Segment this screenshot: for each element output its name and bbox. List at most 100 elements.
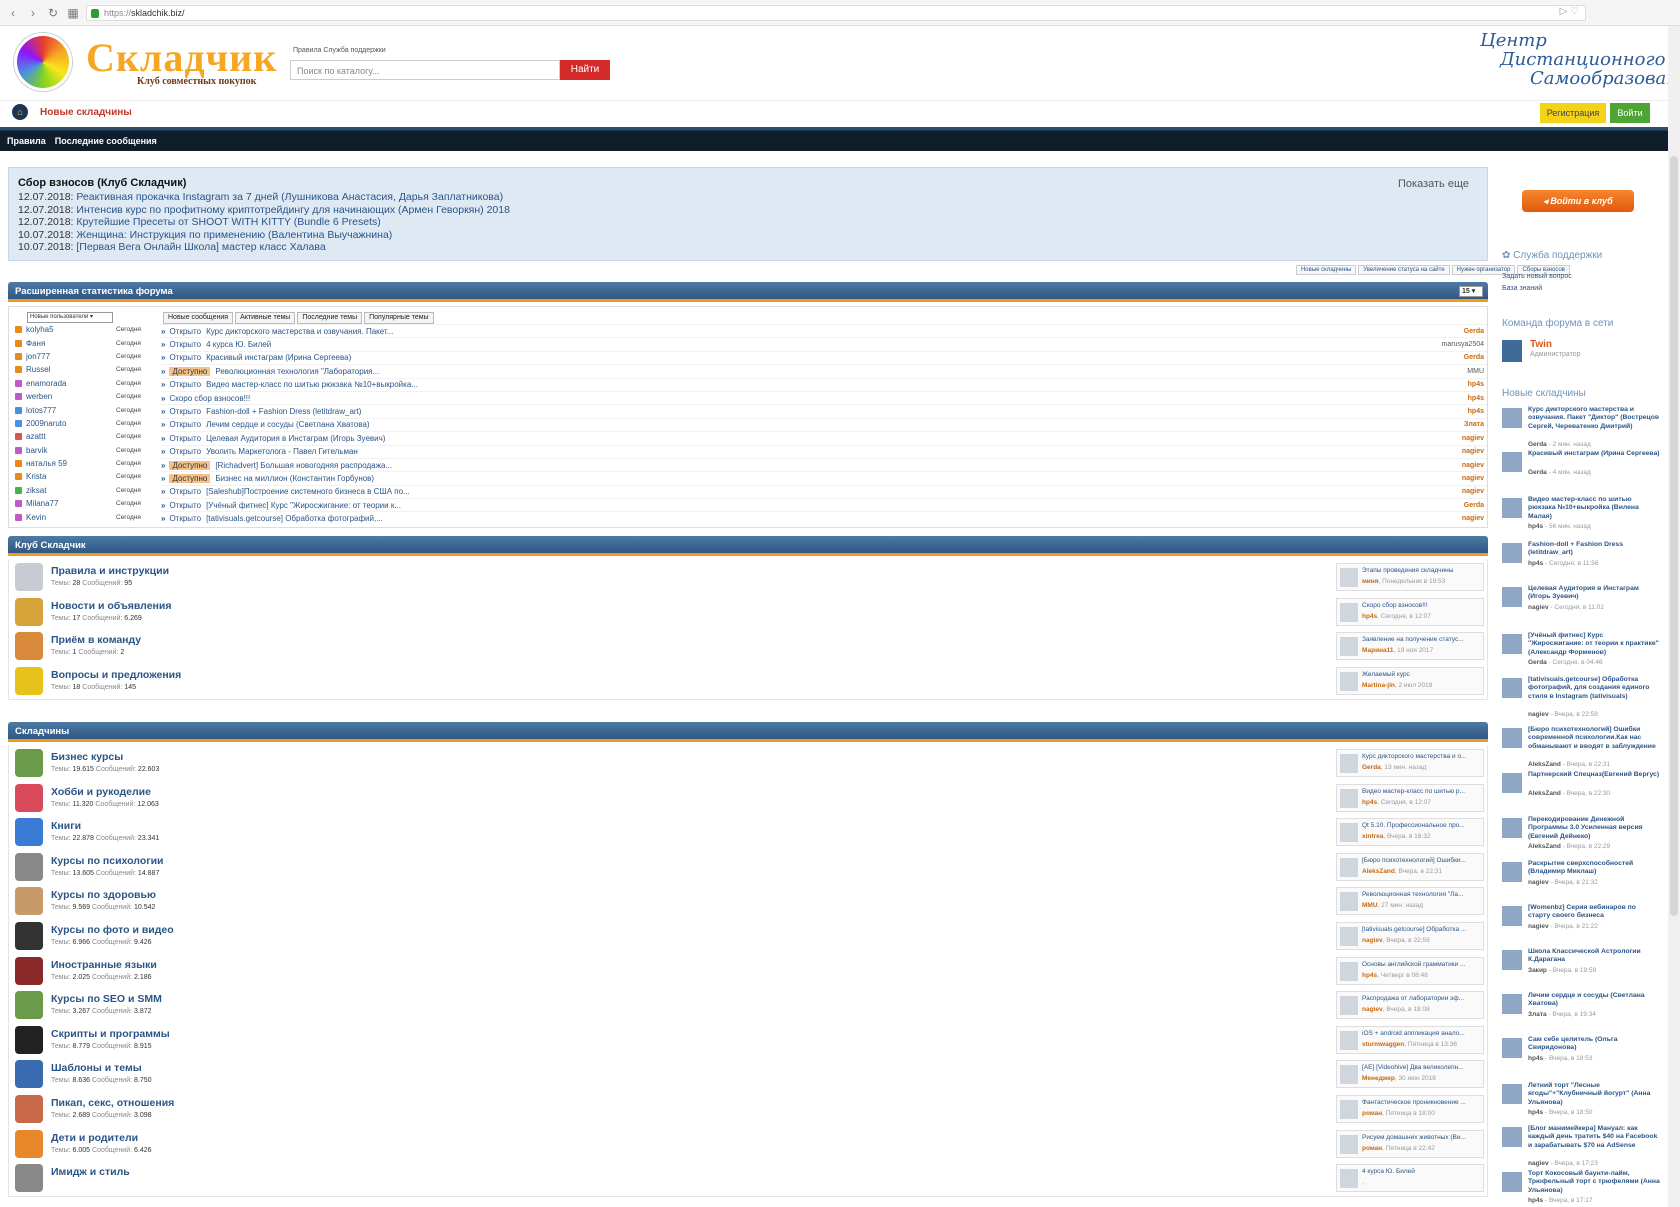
nav-latest-posts[interactable]: Последние сообщения: [55, 136, 157, 146]
skladchiny-title[interactable]: Складчины: [15, 726, 69, 737]
forum-row[interactable]: Бизнес курсы Темы: 19.615 Сообщений: 22.6…: [8, 745, 1488, 782]
last-post[interactable]: [Бюро психотехнологий] Ошибки... AleksZan…: [1336, 852, 1484, 881]
topic-title[interactable]: Курс дикторского мастерства и озвучания.…: [206, 327, 393, 336]
show-more-link[interactable]: Показать еще: [1398, 178, 1469, 190]
enter-club-button[interactable]: ◂ Войти в клуб: [1522, 190, 1634, 212]
sidebar-item-title[interactable]: Целевая Аудитория в Инстаграм (Игорь Зуе…: [1528, 585, 1660, 602]
last-post-title[interactable]: Этапы проведения складчины: [1362, 567, 1482, 574]
sidebar-item-title[interactable]: Раскрытие сверхспособностей (Владимир Ми…: [1528, 860, 1660, 877]
user-name[interactable]: Krista: [26, 472, 116, 481]
sidebar-item-author[interactable]: Gerda: [1528, 469, 1547, 476]
forum-name[interactable]: Скрипты и программы: [51, 1028, 170, 1040]
last-post-author[interactable]: Марина11: [1362, 647, 1394, 654]
home-icon[interactable]: ⌂: [12, 104, 28, 120]
last-post-title[interactable]: Заявление на получение статус...: [1362, 636, 1482, 643]
forum-row[interactable]: Дети и родители Темы: 6.005 Сообщений: 6.…: [8, 1125, 1488, 1163]
topic-author[interactable]: MMU: [1467, 368, 1484, 375]
forum-row[interactable]: Хобби и рукоделие Темы: 11.320 Сообщений:…: [8, 779, 1488, 817]
last-post-author[interactable]: миня: [1362, 578, 1379, 585]
sidebar-item-author[interactable]: hp4s: [1528, 1109, 1543, 1116]
forum-row[interactable]: Скрипты и программы Темы: 8.779 Сообщений…: [8, 1021, 1488, 1059]
user-name[interactable]: Russel: [26, 365, 116, 374]
topic-author[interactable]: marusya2504: [1442, 341, 1484, 348]
topic-author[interactable]: Gerda: [1464, 354, 1484, 361]
last-post[interactable]: Революционная технология "Ла... MMU, 27 м…: [1336, 887, 1484, 916]
login-button[interactable]: Войти: [1610, 103, 1650, 123]
last-post[interactable]: Заявление на получение статус... Марина11…: [1336, 632, 1484, 661]
last-post-author[interactable]: hp4s: [1362, 613, 1377, 620]
topic-author[interactable]: nagiev: [1462, 475, 1484, 482]
last-post[interactable]: Qt 5.10. Профессиональное про... xintrea,…: [1336, 818, 1484, 847]
topic-author[interactable]: Злата: [1464, 421, 1484, 428]
logo-icon[interactable]: [14, 33, 72, 91]
topic-title[interactable]: 4 курса Ю. Билей: [206, 340, 271, 349]
user-name[interactable]: Фаня: [26, 339, 116, 348]
forum-name[interactable]: Приём в команду: [51, 634, 141, 646]
last-post-author[interactable]: Менеджер: [1362, 1075, 1395, 1082]
forum-name[interactable]: Курсы по психологии: [51, 855, 164, 867]
stats-tab[interactable]: Последние темы: [297, 312, 363, 324]
sidebar-item-author[interactable]: nagiev: [1528, 923, 1549, 930]
sidebar-item-title[interactable]: Партнерский Спецназ(Евгений Вергус): [1528, 771, 1660, 779]
sidebar-item-title[interactable]: [Блог манимейкера] Мануал: как каждый де…: [1528, 1125, 1660, 1150]
topic-author[interactable]: Gerda: [1464, 502, 1484, 509]
contribution-link[interactable]: [Первая Вега Онлайн Школа] мастер класс …: [76, 241, 325, 253]
forum-name[interactable]: Имидж и стиль: [51, 1166, 130, 1178]
register-button[interactable]: Регистрация: [1540, 103, 1606, 123]
sidebar-item-title[interactable]: Торт Кокосовый баунти-лайм, Трюфельный т…: [1528, 1170, 1660, 1195]
sidebar-item-title[interactable]: Сам себе целитель (Ольга Свиридонова): [1528, 1036, 1660, 1053]
user-name[interactable]: kolyha5: [26, 325, 116, 334]
forum-name[interactable]: Вопросы и предложения: [51, 669, 181, 681]
sidebar-item-title[interactable]: [Womenbz] Серия вебинаров по старту свое…: [1528, 904, 1660, 921]
forum-name[interactable]: Бизнес курсы: [51, 751, 123, 763]
topic-title[interactable]: Скоро сбор взносов!!!: [169, 394, 250, 403]
last-post-title[interactable]: Основы английской грамматики ...: [1362, 961, 1482, 968]
topic-author[interactable]: nagiev: [1462, 448, 1484, 455]
address-bar[interactable]: https://skladchik.biz/ ▷ ♡: [86, 5, 1586, 21]
user-name[interactable]: 2009naruto: [26, 419, 116, 428]
sidebar-item-author[interactable]: nagiev: [1528, 879, 1549, 886]
last-post-title[interactable]: Рисуем домашних животных (Ви...: [1362, 1134, 1482, 1141]
user-name[interactable]: werben: [26, 392, 116, 401]
user-name[interactable]: azattt: [26, 432, 116, 441]
forum-name[interactable]: Хобби и рукоделие: [51, 786, 151, 798]
last-post-title[interactable]: iOS + android аппликация анало...: [1362, 1030, 1482, 1037]
last-post-author[interactable]: роман: [1362, 1110, 1382, 1117]
topic-author[interactable]: hp4s: [1468, 381, 1484, 388]
user-name[interactable]: lotos777: [26, 406, 116, 415]
sidebar-item-title[interactable]: [tativisuals.getcourse] Обработка фотогр…: [1528, 676, 1660, 701]
sidebar-item-title[interactable]: Красивый инстаграм (Ирина Сергеева): [1528, 450, 1660, 458]
last-post-author[interactable]: Gerda: [1362, 764, 1381, 771]
last-post-title[interactable]: Qt 5.10. Профессиональное про...: [1362, 822, 1482, 829]
user-name[interactable]: ziksat: [26, 486, 116, 495]
forum-row[interactable]: Курсы по здоровью Темы: 9.569 Сообщений: …: [8, 883, 1488, 921]
search-input[interactable]: Поиск по каталогу...: [290, 60, 560, 80]
forum-row[interactable]: Курсы по психологии Темы: 13.605 Сообщени…: [8, 848, 1488, 886]
sidebar-item-author[interactable]: Gerda: [1528, 441, 1547, 448]
sidebar-item-author[interactable]: hp4s: [1528, 560, 1543, 567]
forum-name[interactable]: Курсы по здоровью: [51, 889, 156, 901]
topic-title[interactable]: [Учёный фитнес] Курс "Жиросжигание: от т…: [206, 501, 401, 510]
last-post-author[interactable]: nagiev: [1362, 937, 1383, 944]
sidebar-item-title[interactable]: Курс дикторского мастерства и озвучания.…: [1528, 406, 1660, 431]
last-post[interactable]: Скоро сбор взносов!!! hp4s, Сегодня, в 12…: [1336, 597, 1484, 626]
topic-author[interactable]: hp4s: [1468, 395, 1484, 402]
sidebar-item-author[interactable]: hp4s: [1528, 1197, 1543, 1204]
last-post-title[interactable]: Желаемый курс: [1362, 671, 1482, 678]
back-icon[interactable]: ‹: [6, 6, 20, 20]
forum-row[interactable]: Имидж и стиль 4 курса Ю. Билей,: [8, 1160, 1488, 1198]
last-post-title[interactable]: Скоро сбор взносов!!!: [1362, 602, 1482, 609]
last-post[interactable]: 4 курса Ю. Билей,: [1336, 1164, 1484, 1193]
forum-row[interactable]: Шаблоны и темы Темы: 8.636 Сообщений: 8.7…: [8, 1056, 1488, 1094]
forum-row[interactable]: Приём в команду Темы: 1 Сообщений: 2 Заявл…: [8, 628, 1488, 666]
last-post[interactable]: Рисуем домашних животных (Ви... роман, Пя…: [1336, 1129, 1484, 1158]
nav-rules[interactable]: Правила: [7, 136, 46, 146]
sidebar-item-title[interactable]: [Учёный фитнес] Курс "Жиросжигание: от т…: [1528, 632, 1660, 657]
user-name[interactable]: barvik: [26, 446, 116, 455]
avatar[interactable]: [1502, 340, 1522, 362]
forum-name[interactable]: Правила и инструкции: [51, 565, 169, 577]
topic-title[interactable]: [Richadvert] Большая новогодняя распрода…: [215, 461, 392, 470]
topic-title[interactable]: Видео мастер-класс по шитью рюкзака №10+…: [206, 380, 418, 389]
sidebar-item-author[interactable]: Злата: [1528, 1011, 1547, 1018]
forum-row[interactable]: Правила и инструкции Темы: 28 Сообщений: …: [8, 559, 1488, 596]
